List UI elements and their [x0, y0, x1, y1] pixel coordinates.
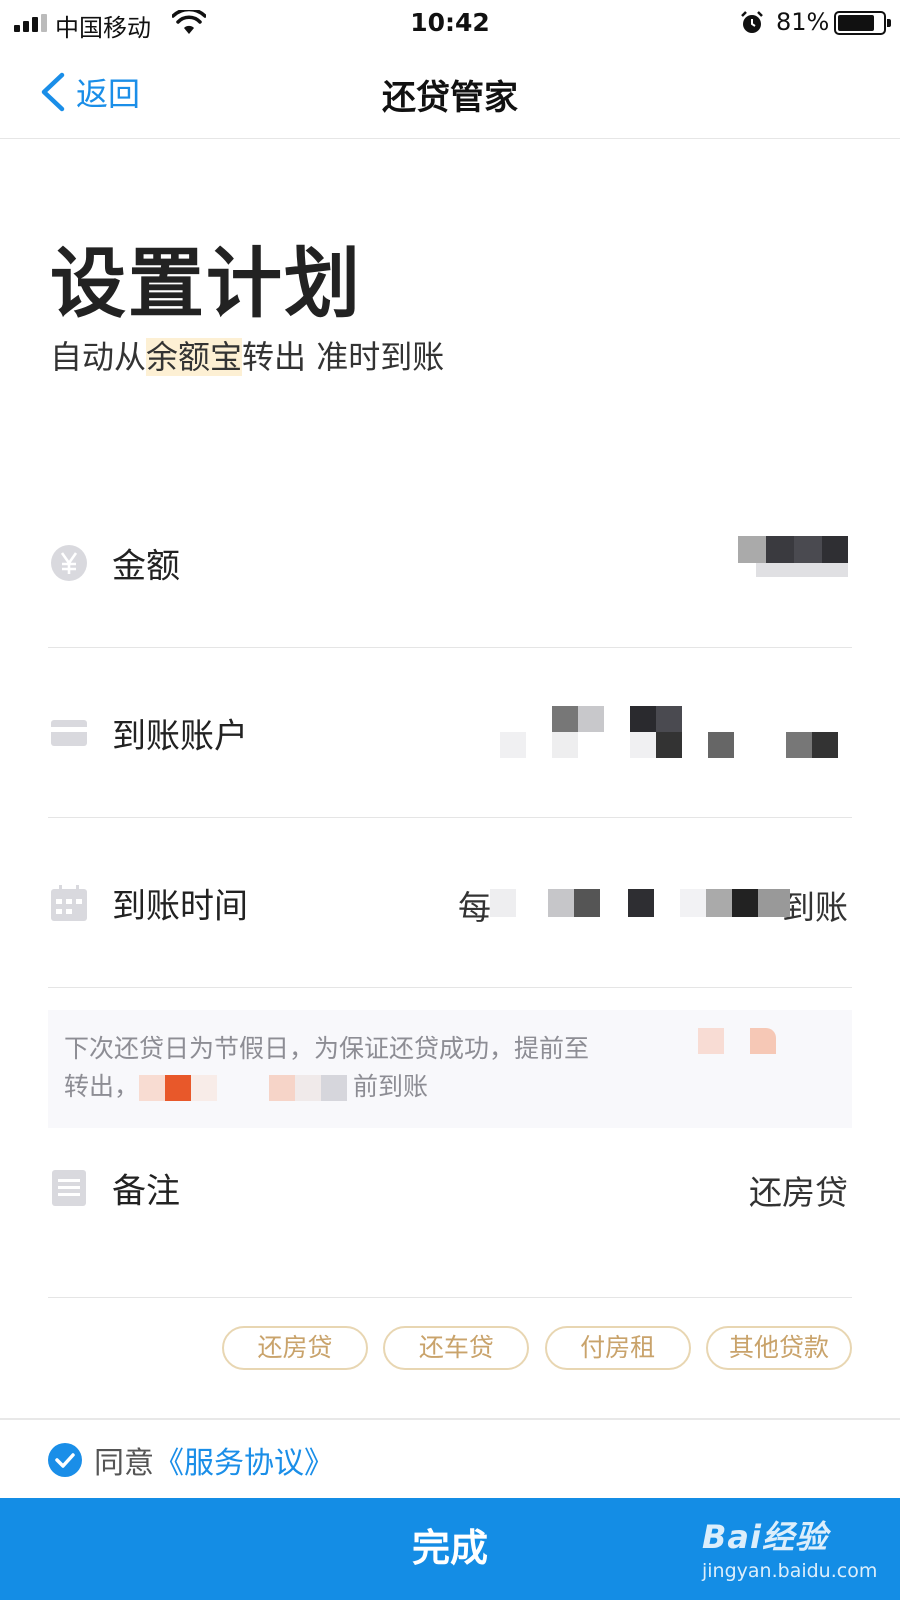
notice-line-2-post: 前到账 — [353, 1072, 429, 1101]
time-value: 每 到账 — [458, 881, 848, 927]
agreement-text: 同意 — [94, 1446, 154, 1481]
watermark-sub: jingyan.baidu.com — [702, 1560, 878, 1582]
check-icon — [55, 1453, 75, 1468]
note-row[interactable]: 备注 还房贷 — [48, 1128, 852, 1298]
amount-value-redacted — [738, 535, 848, 590]
clock: 10:42 — [410, 8, 490, 37]
note-icon — [52, 1170, 86, 1206]
time-value-prefix: 每 — [458, 887, 491, 927]
holiday-notice: 下次还贷日为节假日，为保证还贷成功，提前至 转出， 前到账 — [48, 1010, 852, 1128]
page-subtitle: 自动从余额宝转出 准时到账 — [50, 332, 444, 378]
agreement-checkbox[interactable] — [48, 1443, 82, 1477]
watermark-main: Bai经验 — [702, 1518, 828, 1556]
amount-row[interactable]: 金额 — [48, 478, 852, 648]
nav-bar: 返回 还贷管家 — [0, 46, 900, 139]
service-agreement-link[interactable]: 《服务协议》 — [154, 1438, 334, 1482]
note-label: 备注 — [112, 1171, 180, 1212]
agreement-row: 同意 《服务协议》 — [48, 1438, 334, 1482]
time-value-redacted — [490, 888, 790, 917]
baidu-jingyan-watermark: Bai经验 jingyan.baidu.com — [702, 1512, 878, 1592]
subtitle-highlight: 余额宝 — [146, 338, 243, 376]
amount-label: 金额 — [112, 546, 180, 586]
notice-redacted — [139, 1075, 349, 1101]
tag-car-loan[interactable]: 还车贷 — [383, 1326, 530, 1370]
notice-line-2-pre: 转出， — [64, 1072, 140, 1101]
alarm-icon — [741, 11, 763, 33]
tag-mortgage[interactable]: 还房贷 — [222, 1326, 368, 1370]
calendar-icon — [51, 884, 87, 921]
status-bar: 中国移动 10:42 81% — [0, 0, 900, 46]
account-value-redacted — [478, 705, 848, 760]
page-title: 设置计划 — [50, 239, 362, 328]
yen-icon — [51, 544, 87, 581]
battery-percent: 81% — [776, 8, 830, 36]
tag-other-loan[interactable]: 其他贷款 — [705, 1326, 852, 1370]
time-row[interactable]: 到账时间 每 到账 — [48, 818, 852, 988]
subtitle-pre: 自动从 — [50, 338, 147, 376]
note-tags: 还房贷 还车贷 付房租 其他贷款 — [222, 1326, 852, 1370]
account-label: 到账账户 — [112, 716, 248, 756]
note-value[interactable]: 还房贷 — [749, 1166, 848, 1214]
footer-divider — [0, 1418, 900, 1420]
time-value-suffix: 到账 — [782, 887, 848, 927]
time-label: 到账时间 — [112, 886, 248, 926]
card-icon — [51, 719, 87, 746]
subtitle-post: 转出 准时到账 — [242, 338, 445, 376]
battery-icon — [834, 11, 891, 35]
tag-rent[interactable]: 付房租 — [544, 1326, 691, 1370]
account-row[interactable]: 到账账户 — [48, 648, 852, 818]
notice-line-2: 转出， 前到账 — [64, 1068, 836, 1106]
notice-redacted-top — [698, 1028, 788, 1054]
nav-title: 还贷管家 — [382, 78, 518, 118]
